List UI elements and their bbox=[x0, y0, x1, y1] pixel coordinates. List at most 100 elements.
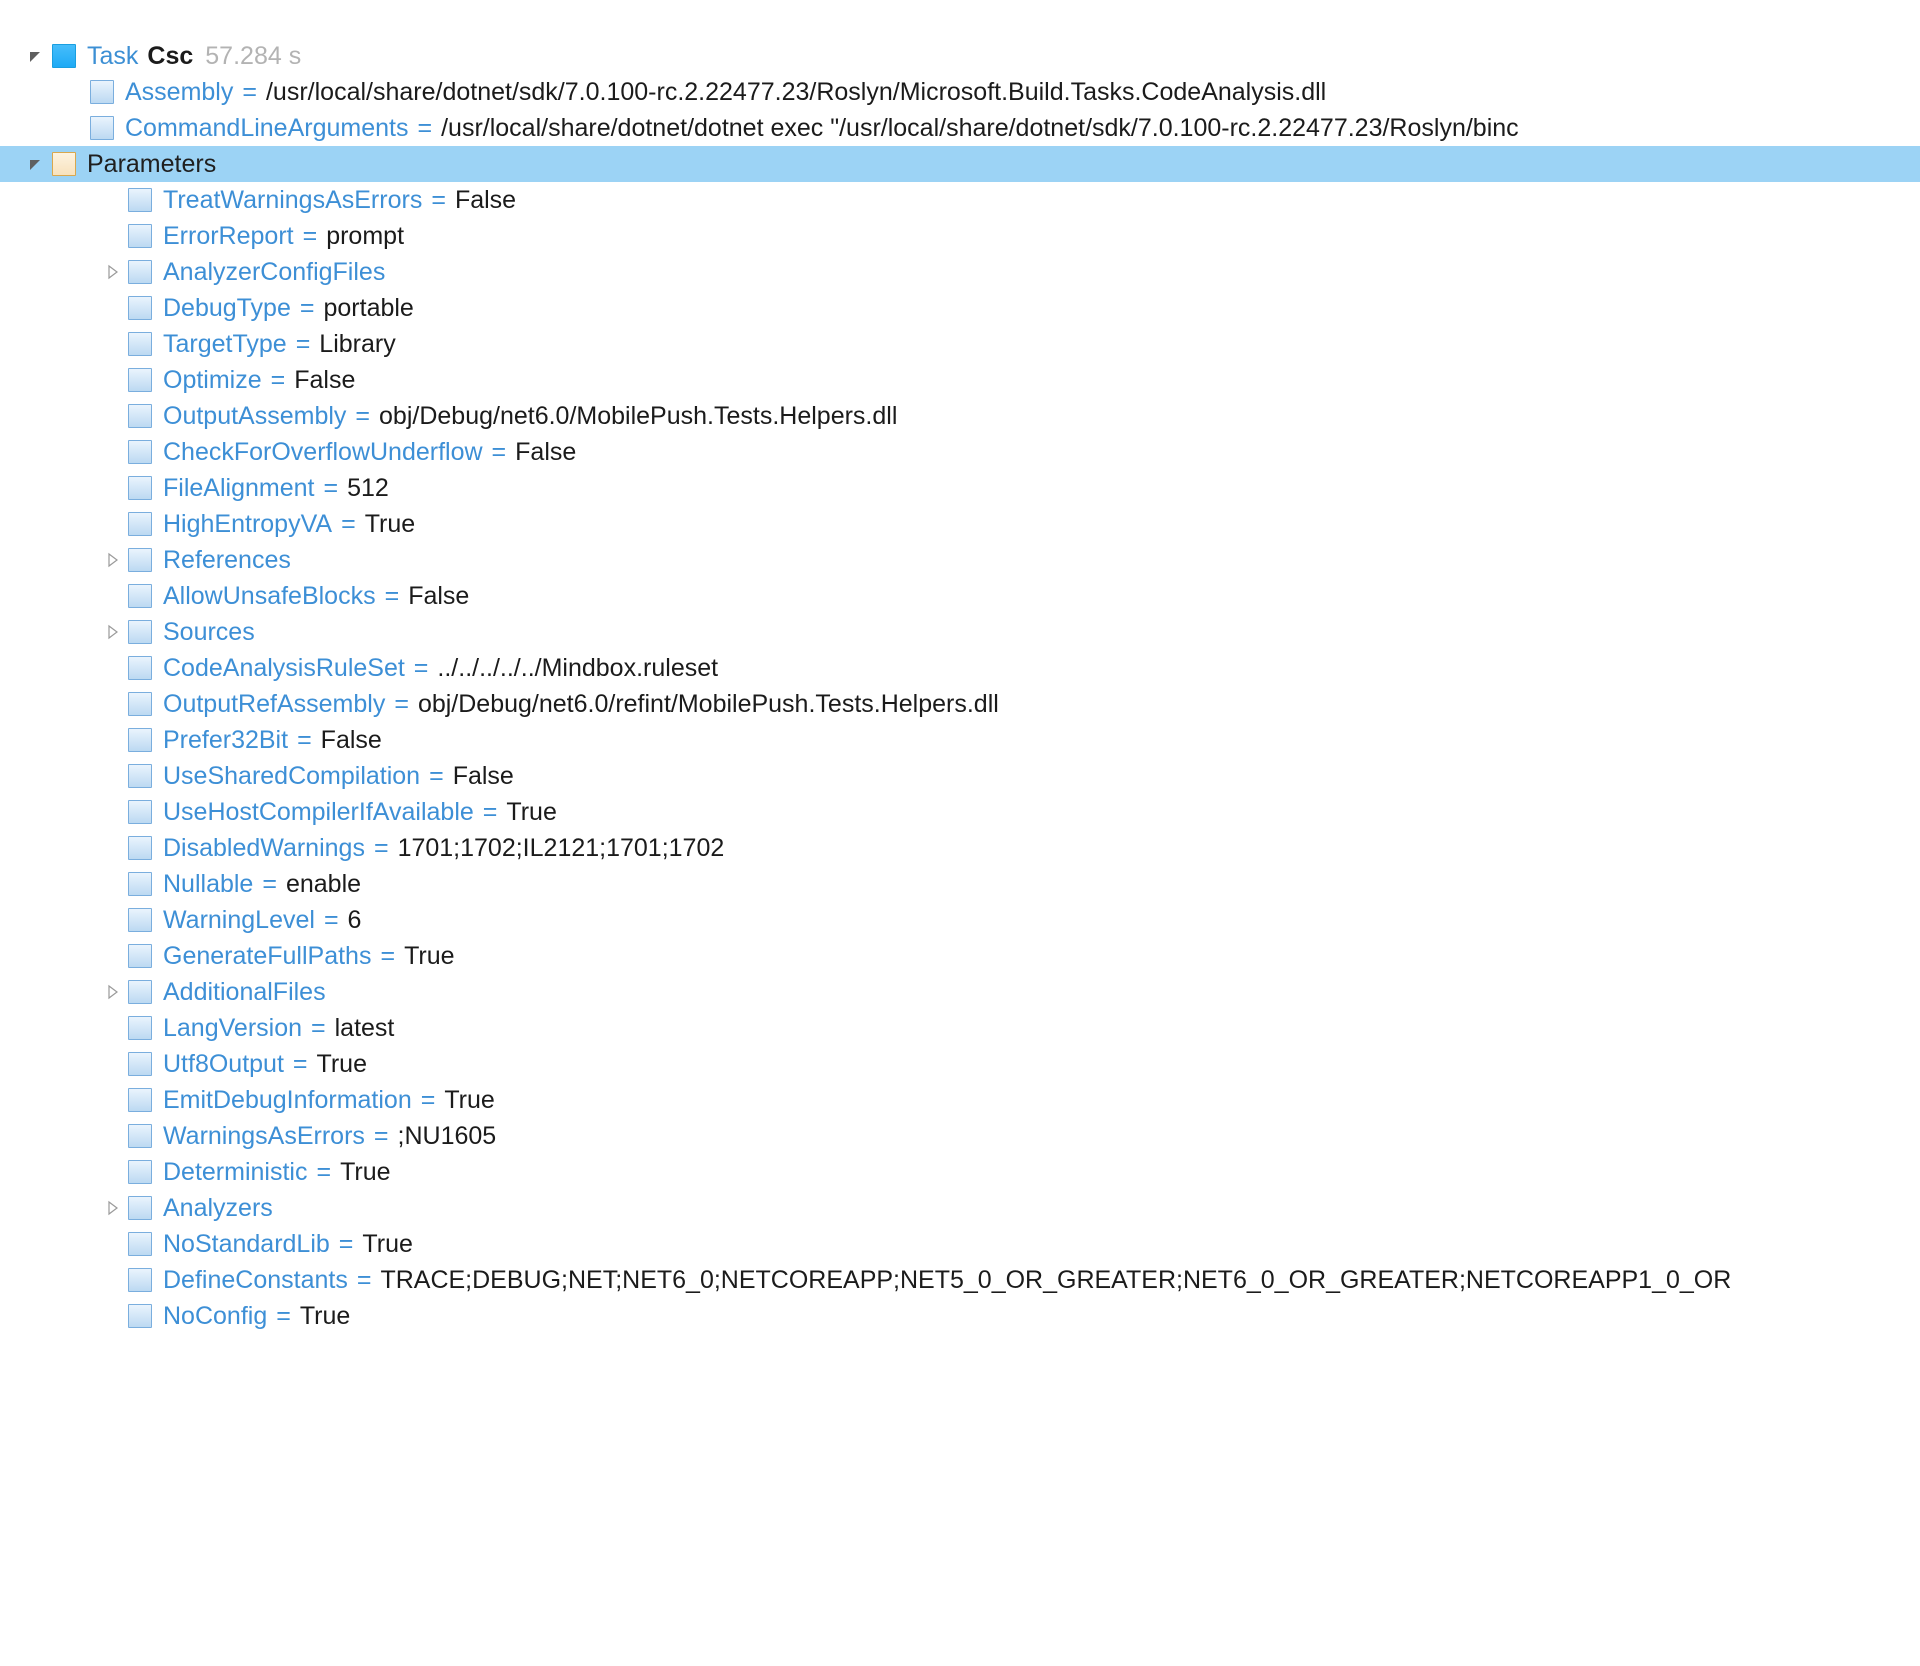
tree-row-nullable[interactable]: Nullable=enable bbox=[0, 866, 1920, 902]
expand-arrow-right-icon[interactable] bbox=[98, 974, 128, 1010]
property-equals-sign: = bbox=[385, 578, 400, 614]
tree-row-checkforoverflowunderflow[interactable]: CheckForOverflowUnderflow=False bbox=[0, 434, 1920, 470]
expand-arrow-right-icon[interactable] bbox=[98, 254, 128, 290]
item-swatch-icon bbox=[128, 548, 152, 572]
item-swatch-icon bbox=[128, 512, 152, 536]
property-equals-sign: = bbox=[414, 650, 429, 686]
tree-row-deterministic[interactable]: Deterministic=True bbox=[0, 1154, 1920, 1190]
property-value: /usr/local/share/dotnet/sdk/7.0.100-rc.2… bbox=[266, 74, 1326, 110]
property-equals-sign: = bbox=[311, 1010, 326, 1046]
item-swatch-icon bbox=[128, 260, 152, 284]
property-value: 1701;1702;IL2121;1701;1702 bbox=[398, 830, 725, 866]
expand-arrow-down-icon[interactable] bbox=[22, 146, 52, 182]
tree-row-codeanalysisruleset[interactable]: CodeAnalysisRuleSet=../../../../../Mindb… bbox=[0, 650, 1920, 686]
property-name: References bbox=[163, 542, 291, 578]
tree-row-usehostcompilerifavailable[interactable]: UseHostCompilerIfAvailable=True bbox=[0, 794, 1920, 830]
tree-row-debugtype[interactable]: DebugType=portable bbox=[0, 290, 1920, 326]
tree-row-outputassembly[interactable]: OutputAssembly=obj/Debug/net6.0/MobilePu… bbox=[0, 398, 1920, 434]
property-name: Utf8Output bbox=[163, 1046, 284, 1082]
twisty-placeholder bbox=[98, 578, 128, 614]
twisty-placeholder bbox=[98, 1154, 128, 1190]
item-swatch-icon bbox=[128, 1232, 152, 1256]
tree-row-task-csc[interactable]: TaskCsc57.284 s bbox=[0, 38, 1920, 74]
property-value: True bbox=[404, 938, 454, 974]
twisty-placeholder bbox=[98, 1046, 128, 1082]
tree-row-utf8output[interactable]: Utf8Output=True bbox=[0, 1046, 1920, 1082]
tree-row-noconfig[interactable]: NoConfig=True bbox=[0, 1298, 1920, 1334]
property-name: AnalyzerConfigFiles bbox=[163, 254, 385, 290]
property-name: Nullable bbox=[163, 866, 253, 902]
tree-row-targettype[interactable]: TargetType=Library bbox=[0, 326, 1920, 362]
twisty-placeholder bbox=[98, 1118, 128, 1154]
item-swatch-icon bbox=[128, 1196, 152, 1220]
property-name: TreatWarningsAsErrors bbox=[163, 182, 422, 218]
twisty-placeholder bbox=[98, 398, 128, 434]
item-swatch-icon bbox=[128, 764, 152, 788]
property-value: True bbox=[340, 1154, 390, 1190]
tree-row-parameters[interactable]: Parameters bbox=[0, 146, 1920, 182]
tree-row-defineconstants[interactable]: DefineConstants=TRACE;DEBUG;NET;NET6_0;N… bbox=[0, 1262, 1920, 1298]
tree-row-assembly[interactable]: Assembly=/usr/local/share/dotnet/sdk/7.0… bbox=[0, 74, 1920, 110]
property-name: AllowUnsafeBlocks bbox=[163, 578, 376, 614]
tree-row-disabledwarnings[interactable]: DisabledWarnings=1701;1702;IL2121;1701;1… bbox=[0, 830, 1920, 866]
property-equals-sign: = bbox=[374, 830, 389, 866]
tree-row-errorreport[interactable]: ErrorReport=prompt bbox=[0, 218, 1920, 254]
property-name: AdditionalFiles bbox=[163, 974, 326, 1010]
twisty-placeholder bbox=[98, 506, 128, 542]
tree-row-sources[interactable]: Sources bbox=[0, 614, 1920, 650]
item-swatch-icon bbox=[128, 584, 152, 608]
tree-row-additionalfiles[interactable]: AdditionalFiles bbox=[0, 974, 1920, 1010]
item-swatch-icon bbox=[128, 1268, 152, 1292]
property-name: Deterministic bbox=[163, 1154, 307, 1190]
property-value: ../../../../../Mindbox.ruleset bbox=[437, 650, 718, 686]
twisty-placeholder bbox=[98, 794, 128, 830]
task-kind-label: Task bbox=[87, 38, 138, 74]
tree-row-treatwarningsaserrors[interactable]: TreatWarningsAsErrors=False bbox=[0, 182, 1920, 218]
tree-row-nostandardlib[interactable]: NoStandardLib=True bbox=[0, 1226, 1920, 1262]
tree-row-references[interactable]: References bbox=[0, 542, 1920, 578]
tree-row-optimize[interactable]: Optimize=False bbox=[0, 362, 1920, 398]
tree-row-warningsaserrors[interactable]: WarningsAsErrors=;NU1605 bbox=[0, 1118, 1920, 1154]
property-value: False bbox=[294, 362, 355, 398]
tree-row-prefer32bit[interactable]: Prefer32Bit=False bbox=[0, 722, 1920, 758]
item-swatch-icon bbox=[128, 1052, 152, 1076]
twisty-placeholder bbox=[98, 1082, 128, 1118]
build-log-tree[interactable]: TaskCsc57.284 sAssembly=/usr/local/share… bbox=[0, 0, 1920, 1334]
tree-row-outputrefassembly[interactable]: OutputRefAssembly=obj/Debug/net6.0/refin… bbox=[0, 686, 1920, 722]
property-equals-sign: = bbox=[303, 218, 318, 254]
property-name: ErrorReport bbox=[163, 218, 294, 254]
tree-row-langversion[interactable]: LangVersion=latest bbox=[0, 1010, 1920, 1046]
property-name: GenerateFullPaths bbox=[163, 938, 371, 974]
tree-row-usesharedcompilation[interactable]: UseSharedCompilation=False bbox=[0, 758, 1920, 794]
property-equals-sign: = bbox=[421, 1082, 436, 1118]
item-swatch-icon bbox=[90, 80, 114, 104]
tree-row-warninglevel[interactable]: WarningLevel=6 bbox=[0, 902, 1920, 938]
property-name: Optimize bbox=[163, 362, 262, 398]
property-value: False bbox=[408, 578, 469, 614]
twisty-placeholder bbox=[98, 326, 128, 362]
property-value: latest bbox=[335, 1010, 395, 1046]
tree-row-analyzers[interactable]: Analyzers bbox=[0, 1190, 1920, 1226]
expand-arrow-right-icon[interactable] bbox=[98, 614, 128, 650]
property-value: False bbox=[321, 722, 382, 758]
property-name: CodeAnalysisRuleSet bbox=[163, 650, 405, 686]
tree-row-emitdebuginformation[interactable]: EmitDebugInformation=True bbox=[0, 1082, 1920, 1118]
property-equals-sign: = bbox=[262, 866, 277, 902]
tree-row-analyzerconfigfiles[interactable]: AnalyzerConfigFiles bbox=[0, 254, 1920, 290]
tree-row-generatefullpaths[interactable]: GenerateFullPaths=True bbox=[0, 938, 1920, 974]
property-equals-sign: = bbox=[341, 506, 356, 542]
tree-row-allowunsafeblocks[interactable]: AllowUnsafeBlocks=False bbox=[0, 578, 1920, 614]
tree-row-highentropyva[interactable]: HighEntropyVA=True bbox=[0, 506, 1920, 542]
property-value: True bbox=[365, 506, 415, 542]
task-swatch-icon bbox=[52, 44, 76, 68]
tree-row-commandlinearguments[interactable]: CommandLineArguments=/usr/local/share/do… bbox=[0, 110, 1920, 146]
expand-arrow-down-icon[interactable] bbox=[22, 38, 52, 74]
twisty-placeholder bbox=[98, 650, 128, 686]
property-name: CommandLineArguments bbox=[125, 110, 408, 146]
expand-arrow-right-icon[interactable] bbox=[98, 542, 128, 578]
property-equals-sign: = bbox=[276, 1298, 291, 1334]
item-swatch-icon bbox=[128, 1016, 152, 1040]
expand-arrow-right-icon[interactable] bbox=[98, 1190, 128, 1226]
tree-row-filealignment[interactable]: FileAlignment=512 bbox=[0, 470, 1920, 506]
item-swatch-icon bbox=[128, 620, 152, 644]
